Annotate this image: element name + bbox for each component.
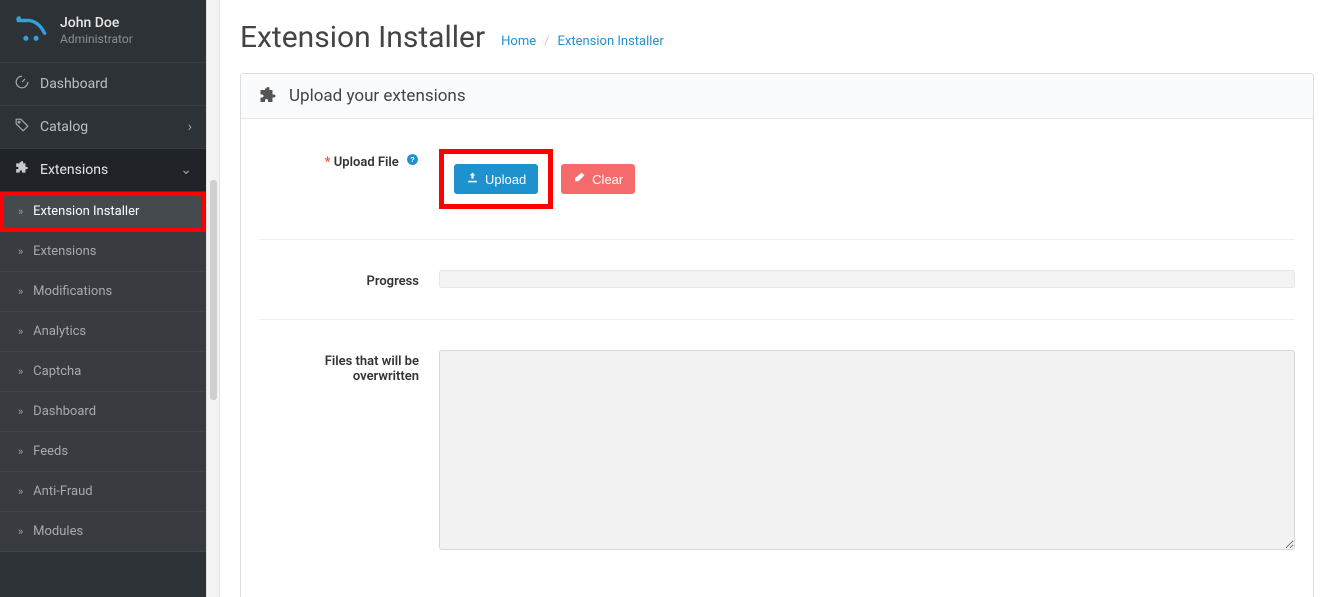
subnav-antifraud[interactable]: » Anti-Fraud	[0, 472, 206, 512]
panel-heading: Upload your extensions	[241, 74, 1313, 119]
vertical-scrollbar[interactable]	[206, 0, 220, 597]
user-name: John Doe	[60, 16, 133, 31]
label-upload-text: Upload File	[334, 155, 399, 170]
progress-control	[439, 270, 1295, 289]
label-progress-text: Progress	[366, 274, 419, 289]
breadcrumb-current[interactable]: Extension Installer	[558, 34, 664, 49]
footer-actions: Continue	[259, 584, 1295, 597]
progress-bar	[439, 270, 1295, 288]
subnav-modules-label: Modules	[33, 524, 83, 539]
clear-button-label: Clear	[592, 172, 623, 187]
double-chevron-icon: »	[18, 285, 23, 298]
nav-extensions[interactable]: Extensions ⌄	[0, 149, 206, 192]
subnav-modules[interactable]: » Modules	[0, 512, 206, 552]
main-nav: Dashboard Catalog › Extensions ⌄	[0, 63, 206, 192]
scrollbar-thumb[interactable]	[210, 180, 217, 400]
label-upload: * Upload File ?	[259, 149, 439, 209]
nav-dashboard[interactable]: Dashboard	[0, 63, 206, 106]
label-overwrite-text: Files that will be overwritten	[325, 354, 419, 384]
panel-body: * Upload File ? Upload	[241, 119, 1313, 597]
upload-button[interactable]: Upload	[454, 164, 538, 194]
subnav-installer-label: Extension Installer	[33, 204, 139, 219]
upload-highlight-box: Upload	[439, 149, 553, 209]
puzzle-icon	[259, 87, 277, 105]
nav-dashboard-label: Dashboard	[40, 76, 108, 92]
double-chevron-icon: »	[18, 485, 23, 498]
subnav-feeds[interactable]: » Feeds	[0, 432, 206, 472]
eraser-icon	[573, 171, 586, 187]
double-chevron-icon: »	[18, 405, 23, 418]
upload-cloud-icon	[466, 171, 479, 187]
nav-catalog-label: Catalog	[40, 119, 88, 135]
upload-controls: Upload Clear	[439, 149, 1295, 209]
row-overwrite: Files that will be overwritten	[259, 320, 1295, 584]
required-asterisk: *	[325, 155, 331, 170]
double-chevron-icon: »	[18, 445, 23, 458]
double-chevron-icon: »	[18, 245, 23, 258]
breadcrumb-home[interactable]: Home	[501, 34, 536, 49]
panel-heading-text: Upload your extensions	[289, 86, 466, 106]
cart-logo-icon	[14, 14, 48, 48]
overwrite-textarea[interactable]	[439, 350, 1295, 550]
subnav-modifications-label: Modifications	[33, 284, 112, 299]
subnav-dashboard[interactable]: » Dashboard	[0, 392, 206, 432]
label-progress: Progress	[259, 270, 439, 289]
overwrite-control	[439, 350, 1295, 554]
double-chevron-icon: »	[18, 365, 23, 378]
user-role: Administrator	[60, 32, 133, 46]
subnav-installer[interactable]: » Extension Installer	[0, 192, 206, 232]
subnav-analytics-label: Analytics	[33, 324, 86, 339]
sidebar: John Doe Administrator Dashboard Catalog…	[0, 0, 206, 597]
breadcrumb-separator: /	[544, 34, 549, 49]
extensions-subnav: » Extension Installer » Extensions » Mod…	[0, 192, 206, 552]
row-progress: Progress	[259, 240, 1295, 320]
help-icon[interactable]: ?	[406, 155, 419, 170]
upload-button-label: Upload	[485, 172, 526, 187]
label-overwrite: Files that will be overwritten	[259, 350, 439, 554]
subnav-dashboard-label: Dashboard	[33, 404, 96, 419]
profile-area: John Doe Administrator	[0, 0, 206, 63]
tags-icon	[14, 118, 30, 136]
puzzle-icon	[14, 161, 30, 179]
nav-catalog[interactable]: Catalog ›	[0, 106, 206, 149]
subnav-modifications[interactable]: » Modifications	[0, 272, 206, 312]
subnav-extensions[interactable]: » Extensions	[0, 232, 206, 272]
double-chevron-icon: »	[18, 325, 23, 338]
chevron-right-icon: ›	[188, 119, 192, 135]
main-content: Extension Installer Home / Extension Ins…	[220, 0, 1334, 597]
chevron-down-icon: ⌄	[180, 162, 192, 178]
subnav-antifraud-label: Anti-Fraud	[33, 484, 92, 499]
subnav-analytics[interactable]: » Analytics	[0, 312, 206, 352]
svg-text:?: ?	[410, 155, 415, 164]
page-title: Extension Installer	[240, 20, 485, 55]
subnav-captcha-label: Captcha	[33, 364, 81, 379]
clear-button[interactable]: Clear	[561, 164, 635, 194]
subnav-extensions-label: Extensions	[33, 244, 96, 259]
row-upload: * Upload File ? Upload	[259, 119, 1295, 240]
upload-panel: Upload your extensions * Upload File ?	[240, 73, 1314, 597]
double-chevron-icon: »	[18, 525, 23, 538]
subnav-feeds-label: Feeds	[33, 444, 68, 459]
double-chevron-icon: »	[18, 205, 23, 218]
page-header: Extension Installer Home / Extension Ins…	[240, 10, 1314, 73]
subnav-captcha[interactable]: » Captcha	[0, 352, 206, 392]
gauge-icon	[14, 75, 30, 93]
breadcrumb: Home / Extension Installer	[501, 34, 664, 55]
nav-extensions-label: Extensions	[40, 162, 108, 178]
